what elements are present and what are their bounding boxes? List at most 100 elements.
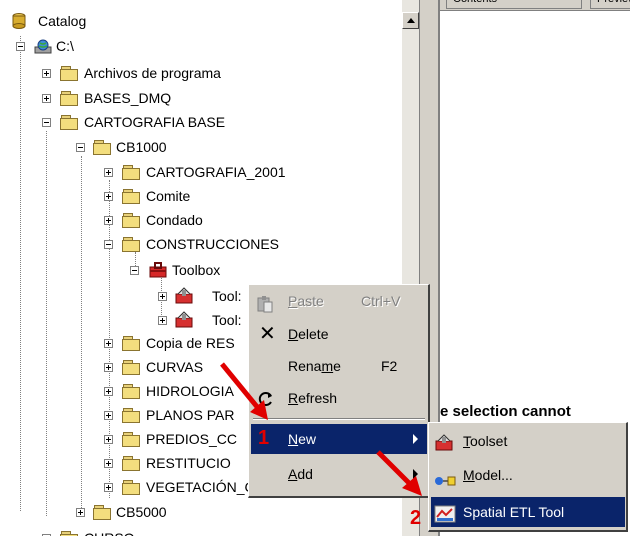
tab-preview[interactable]: Preview — [590, 0, 630, 9]
expand-toggle[interactable] — [104, 411, 113, 420]
tree-item-cartografia-2001[interactable]: CARTOGRAFIA_2001 — [0, 160, 400, 184]
collapse-toggle[interactable] — [104, 240, 113, 249]
submenu-arrow-icon — [413, 469, 418, 479]
delete-icon: ✕ — [259, 323, 276, 345]
scroll-up-button[interactable] — [402, 12, 419, 29]
expand-toggle[interactable] — [104, 168, 113, 177]
expand-toggle[interactable] — [158, 316, 167, 325]
tree-item-cb5000[interactable]: CB5000 — [0, 500, 400, 524]
tree-item-label: CURSO — [84, 526, 135, 536]
expand-toggle[interactable] — [104, 192, 113, 201]
expand-toggle[interactable] — [104, 435, 113, 444]
tree-item-bases-dmq[interactable]: BASES_DMQ — [0, 86, 400, 110]
tree-item-label: CB5000 — [116, 504, 167, 520]
tab-contents[interactable]: Contents — [446, 0, 582, 9]
menu-item-rename[interactable]: Rename F2 — [251, 351, 427, 381]
catalog-icon — [12, 12, 26, 29]
tree-item-label: Tool: — [212, 288, 242, 304]
menu-item-paste[interactable]: Paste Ctrl+V — [251, 286, 427, 316]
tree-item-label: PREDIOS_CC — [146, 431, 238, 447]
tree-item-label: Comite — [146, 188, 191, 204]
tree-item-label: HIDROLOGIA — [146, 383, 234, 399]
expand-toggle[interactable] — [42, 94, 51, 103]
tree-item-label: Toolbox — [172, 262, 221, 278]
expand-toggle[interactable] — [104, 483, 113, 492]
annotation-step-2: 2 — [410, 507, 422, 529]
spatial-etl-icon — [434, 503, 456, 523]
toolset-icon — [434, 432, 456, 451]
paste-icon — [256, 293, 274, 313]
folder-icon — [122, 432, 140, 447]
tab-strip: Contents Preview — [440, 0, 630, 11]
tree-item-label: CB1000 — [116, 139, 167, 155]
new-submenu: Toolset Model... Spatial ETL Tool — [428, 422, 628, 532]
tree-item-c-drive[interactable]: C:\ — [0, 34, 400, 58]
menu-item-add[interactable]: Add — [251, 459, 427, 489]
context-menu: Paste Ctrl+V ✕ Delete Rename F2 Refresh … — [248, 284, 430, 498]
expand-toggle[interactable] — [104, 339, 113, 348]
drive-icon — [34, 38, 52, 54]
collapse-toggle[interactable] — [16, 42, 25, 51]
tree-item-catalog[interactable]: Catalog — [0, 9, 400, 33]
expand-toggle[interactable] — [104, 387, 113, 396]
tree-item-label: Tool: — [212, 312, 242, 328]
menu-item-label: Delete — [288, 326, 329, 342]
folder-icon — [122, 336, 140, 351]
menu-item-shortcut: Ctrl+V — [361, 293, 401, 309]
menu-item-label: Toolset — [463, 433, 508, 449]
folder-icon — [122, 456, 140, 471]
menu-item-refresh[interactable]: Refresh — [251, 383, 427, 413]
menu-item-label: Refresh — [288, 390, 338, 406]
menu-item-label: Paste — [288, 293, 324, 309]
tree-item-construcciones[interactable]: CONSTRUCCIONES — [0, 232, 400, 256]
toolbox-icon — [148, 261, 168, 279]
collapse-toggle[interactable] — [42, 118, 51, 127]
tree-item-archivos-de-programa[interactable]: Archivos de programa — [0, 61, 400, 85]
tree-item-label: CURVAS — [146, 359, 204, 375]
expand-toggle[interactable] — [104, 363, 113, 372]
tree-item-cartografia-base[interactable]: CARTOGRAFIA BASE — [0, 110, 400, 134]
collapse-toggle[interactable] — [130, 266, 139, 275]
expand-toggle[interactable] — [158, 292, 167, 301]
folder-icon — [122, 360, 140, 375]
collapse-toggle[interactable] — [76, 143, 85, 152]
tree-item-label: C:\ — [56, 38, 74, 54]
toolset-icon — [174, 311, 196, 329]
folder-icon — [122, 237, 140, 252]
tree-item-label: PLANOS PAR — [146, 407, 235, 423]
tree-item-toolbox[interactable]: Toolbox — [0, 258, 400, 282]
menu-item-model[interactable]: Model... — [431, 460, 625, 490]
menu-item-label: New — [288, 431, 317, 447]
tree-item-label: CARTOGRAFIA_2001 — [146, 164, 286, 180]
menu-item-new[interactable]: New — [251, 424, 427, 454]
expand-toggle[interactable] — [104, 216, 113, 225]
tree-item-curso[interactable]: CURSO — [0, 526, 400, 536]
folder-icon — [60, 66, 78, 81]
tree-item-comite[interactable]: Comite — [0, 184, 400, 208]
tree-item-label: CONSTRUCCIONES — [146, 236, 280, 252]
folder-icon — [122, 480, 140, 495]
menu-item-toolset[interactable]: Toolset — [431, 426, 625, 456]
tree-item-label: BASES_DMQ — [84, 90, 172, 106]
toolset-icon — [174, 287, 196, 305]
expand-toggle[interactable] — [104, 459, 113, 468]
menu-item-label: Add — [288, 466, 313, 482]
menu-item-delete[interactable]: ✕ Delete — [251, 319, 427, 349]
menu-item-label: Model... — [463, 467, 513, 483]
menu-item-spatial-etl-tool[interactable]: Spatial ETL Tool — [431, 497, 625, 527]
folder-icon — [122, 165, 140, 180]
tree-item-label: Archivos de programa — [84, 65, 221, 81]
refresh-icon — [257, 388, 275, 406]
expand-toggle[interactable] — [76, 508, 85, 517]
folder-icon — [122, 384, 140, 399]
expand-toggle[interactable] — [42, 69, 51, 78]
menu-item-label: Rename — [288, 358, 341, 374]
tree-item-label: CARTOGRAFIA BASE — [84, 114, 226, 130]
folder-icon — [93, 140, 111, 155]
annotation-step-1: 1 — [258, 427, 270, 449]
menu-separator — [253, 418, 425, 420]
menu-item-shortcut: F2 — [381, 358, 398, 374]
submenu-arrow-icon — [413, 434, 418, 444]
tree-item-condado[interactable]: Condado — [0, 208, 400, 232]
tree-item-cb1000[interactable]: CB1000 — [0, 135, 400, 159]
